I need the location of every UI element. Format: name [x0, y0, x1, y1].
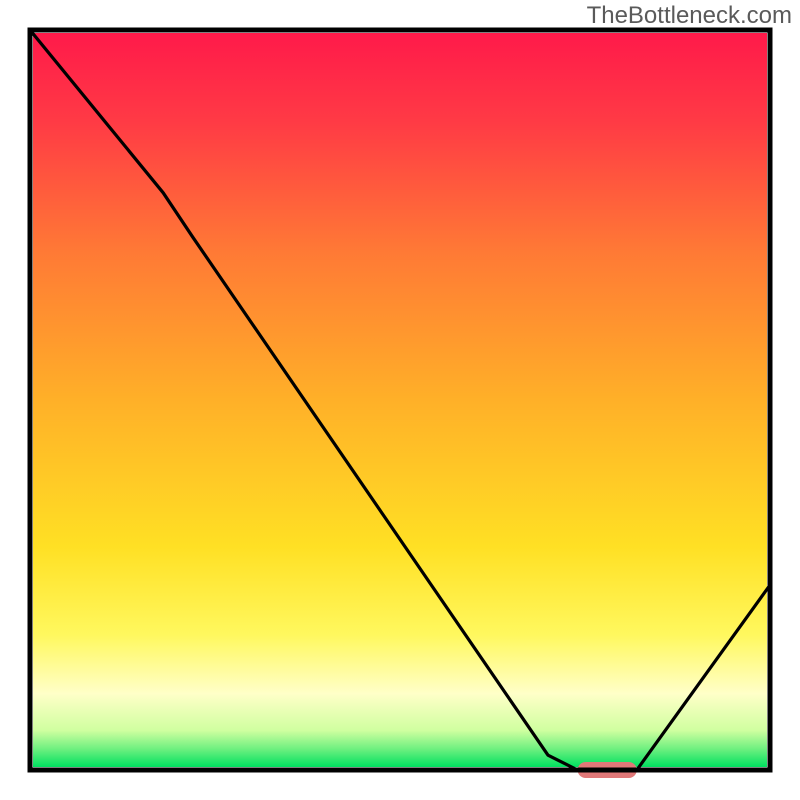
chart-background — [33, 33, 767, 767]
chart-container: TheBottleneck.com — [0, 0, 800, 800]
watermark-text: TheBottleneck.com — [587, 2, 792, 30]
chart-svg — [0, 0, 800, 800]
